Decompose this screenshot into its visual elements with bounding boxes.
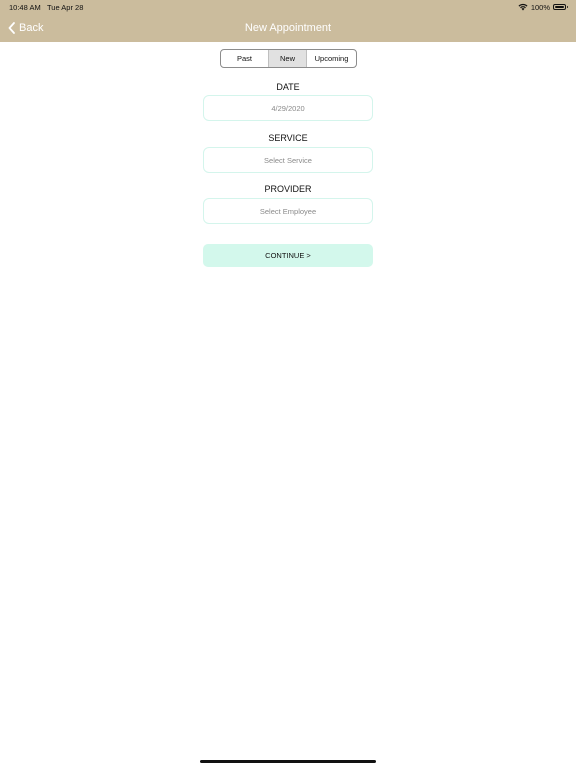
tab-upcoming[interactable]: Upcoming [307,50,356,67]
service-label: SERVICE [268,133,308,143]
page-title: New Appointment [244,22,332,34]
date-field[interactable]: 4/29/2020 [203,95,373,121]
service-placeholder: Select Service [264,155,312,165]
status-date: Tue Apr 28 [46,3,84,12]
appointment-tabs: Past New Upcoming [220,49,357,68]
continue-button-label: CONTINUE > [265,251,311,260]
continue-button[interactable]: CONTINUE > [203,244,373,267]
home-indicator[interactable] [200,760,376,763]
date-label: DATE [276,82,300,92]
status-bar: 10:48 AM Tue Apr 28 100% [0,0,576,14]
date-value: 4/29/2020 [271,103,305,113]
provider-label: PROVIDER [264,184,312,194]
battery-percentage: 100% [530,2,550,12]
battery-icon [553,4,568,10]
tab-new[interactable]: New [269,50,307,67]
status-indicators: 100% [518,2,568,12]
provider-select[interactable]: Select Employee [203,198,373,224]
status-time-date: 10:48 AM Tue Apr 28 [9,3,83,12]
wifi-icon [518,3,528,11]
service-select[interactable]: Select Service [203,147,373,173]
tab-past[interactable]: Past [221,50,269,67]
status-time: 10:48 AM [9,3,41,12]
navigation-bar: 10:48 AM Tue Apr 28 100% Back New Appoin… [0,0,576,42]
provider-placeholder: Select Employee [259,206,317,216]
